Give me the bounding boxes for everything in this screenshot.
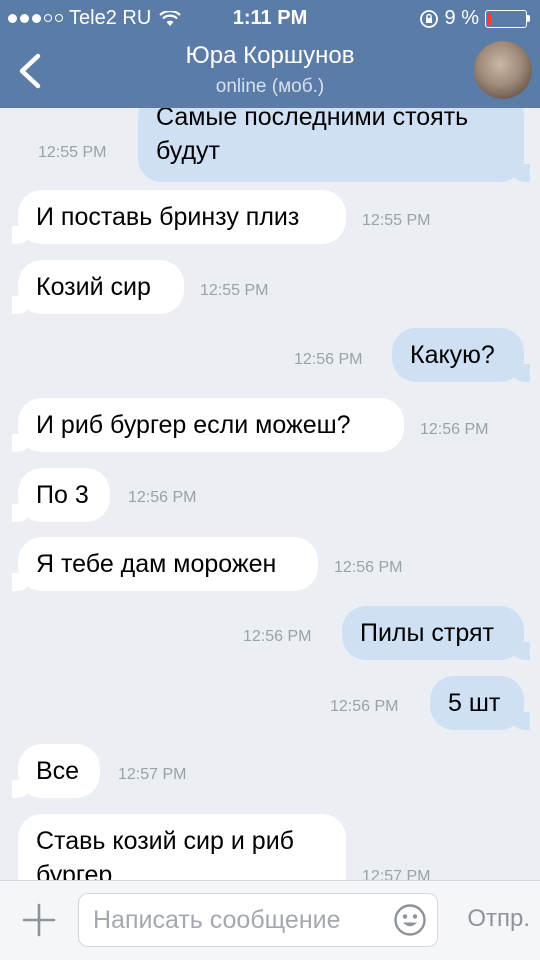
message-bubble[interactable]: И риб бургер если можеш? (12, 398, 404, 452)
message-bubble[interactable]: Пилы стрят (342, 606, 530, 660)
contact-name[interactable]: Юра Коршунов (0, 42, 540, 70)
message-time: 12:56 PM (420, 421, 489, 438)
message-time: 12:55 PM (38, 144, 107, 161)
message-bubble[interactable]: Все (12, 744, 100, 798)
message-time: 12:56 PM (128, 489, 197, 506)
message-list[interactable]: Самые последними стоять будут 12:55 PM И… (0, 108, 540, 880)
message-time: 12:56 PM (330, 698, 399, 715)
battery-icon (485, 9, 530, 28)
message-text: Козий сир (36, 273, 151, 301)
message-time: 12:56 PM (294, 351, 363, 368)
smiley-icon[interactable] (393, 903, 427, 937)
message-text: По 3 (36, 481, 89, 509)
contact-status: online (моб.) (215, 76, 325, 97)
message-text: Ставь козий сир и риб бургер (36, 827, 294, 880)
avatar[interactable] (474, 41, 532, 99)
message-text: Самые последними стоять будут (156, 108, 469, 165)
message-bubble[interactable]: Какую? (392, 328, 530, 382)
send-button[interactable]: Отпр. (467, 905, 530, 933)
message-time: 12:57 PM (118, 766, 187, 783)
message-text: И поставь бринзу плиз (36, 203, 300, 231)
message-text: Какую? (410, 341, 495, 369)
message-text: Я тебе дам морожен (36, 550, 277, 578)
message-bubble[interactable]: Козий сир (12, 260, 184, 314)
orientation-lock-icon (419, 9, 438, 28)
message-input-placeholder: Написать сообщение (93, 906, 341, 934)
status-bar: Tele2 RU 1:11 PM 9 % (0, 0, 540, 36)
message-time: 12:57 PM (362, 868, 431, 880)
message-time: 12:55 PM (362, 212, 431, 229)
message-bubble[interactable]: И поставь бринзу плиз (12, 190, 346, 244)
message-input[interactable]: Написать сообщение (78, 893, 438, 947)
plus-icon[interactable] (22, 903, 56, 937)
message-text: И риб бургер если можеш? (36, 411, 351, 439)
message-bubble[interactable]: Самые последними стоять будут (138, 108, 530, 182)
composer-bar: Написать сообщение Отпр. (0, 880, 540, 960)
message-time: 12:55 PM (200, 282, 269, 299)
message-time: 12:56 PM (334, 559, 403, 576)
message-bubble[interactable]: Ставь козий сир и риб бургер (18, 814, 346, 880)
message-bubble[interactable]: Я тебе дам морожен (12, 537, 318, 591)
message-text: Все (36, 757, 80, 785)
message-time: 12:56 PM (243, 628, 312, 645)
message-bubble[interactable]: 5 шт (430, 676, 530, 730)
status-right: 9 % (419, 7, 530, 30)
conversation-header: Юра Коршунов online (моб.) (0, 36, 540, 108)
message-text: Пилы стрят (360, 619, 494, 647)
message-bubble[interactable]: По 3 (12, 468, 110, 522)
message-text: 5 шт (448, 689, 501, 717)
battery-percent: 9 % (444, 7, 479, 29)
